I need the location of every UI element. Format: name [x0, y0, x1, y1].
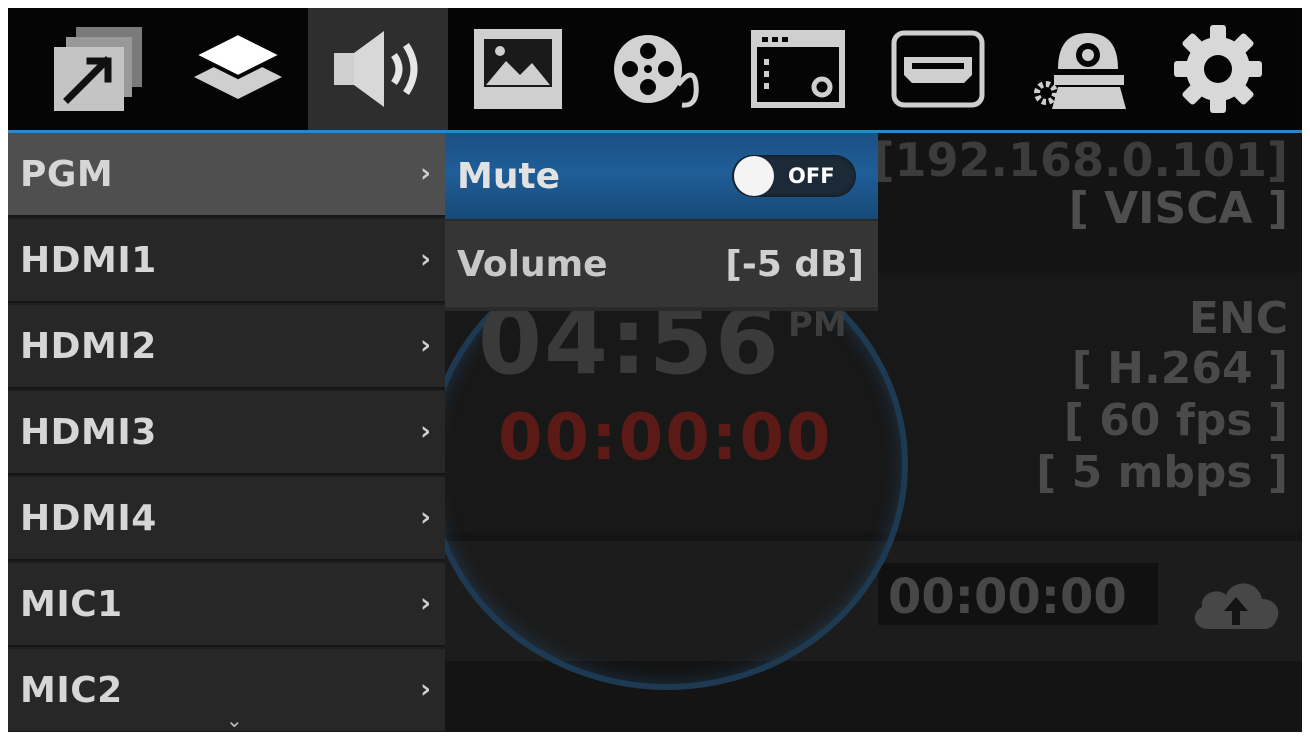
tab-audio[interactable] [308, 8, 448, 130]
image-icon [470, 25, 566, 113]
tab-display[interactable] [728, 8, 868, 130]
chevron-right-icon: › [420, 416, 431, 447]
chevron-right-icon: › [420, 502, 431, 533]
chevron-right-icon: › [420, 588, 431, 619]
display-settings-icon [750, 27, 846, 111]
record-timer: 00:00:00 [498, 401, 833, 475]
encoder-codec: [ H.264 ] [1071, 343, 1288, 394]
mute-row[interactable]: Mute OFF [445, 133, 878, 219]
tab-output[interactable] [28, 8, 168, 130]
chevron-down-icon[interactable]: ⌄ [226, 708, 243, 732]
menu-item-label: HDMI4 [20, 497, 157, 539]
clock-ampm: PM [788, 305, 847, 345]
volume-row[interactable]: Volume [-5 dB] [445, 221, 878, 307]
tab-hdmi[interactable] [868, 8, 1008, 130]
menu-item-label: MIC1 [20, 583, 123, 625]
toggle-knob [734, 156, 774, 196]
cloud-upload-icon[interactable] [1188, 573, 1284, 637]
menu-item-label: HDMI1 [20, 239, 157, 281]
toggle-state-text: OFF [788, 164, 835, 188]
menu-item-label: MIC2 [20, 669, 123, 711]
chevron-right-icon: › [420, 244, 431, 275]
chevron-right-icon: › [420, 158, 431, 189]
encoder-fps: [ 60 fps ] [1063, 395, 1288, 446]
menu-item-mic1[interactable]: MIC1 › [8, 563, 445, 647]
stream-timer: 00:00:00 [888, 569, 1127, 625]
pgm-submenu: Mute OFF Volume [-5 dB] [445, 133, 878, 311]
device-screen: 04:56 PM 00:00:00 [192.168.0.101] [ VISC… [8, 8, 1302, 732]
film-reel-icon [608, 25, 708, 113]
menu-item-hdmi2[interactable]: HDMI2 › [8, 305, 445, 389]
menu-item-hdmi3[interactable]: HDMI3 › [8, 391, 445, 475]
tab-settings[interactable] [1148, 8, 1288, 130]
hdmi-icon [890, 27, 986, 111]
menu-item-label: PGM [20, 153, 114, 195]
gear-icon [1172, 23, 1264, 115]
layers-icon [190, 27, 286, 111]
top-toolbar [8, 8, 1302, 133]
tab-camera[interactable] [1008, 8, 1148, 130]
mute-label: Mute [457, 155, 561, 197]
menu-item-label: HDMI2 [20, 325, 157, 367]
tab-layers[interactable] [168, 8, 308, 130]
volume-label: Volume [457, 243, 608, 285]
speaker-icon [328, 27, 428, 111]
menu-item-hdmi4[interactable]: HDMI4 › [8, 477, 445, 561]
mute-toggle[interactable]: OFF [732, 155, 856, 197]
menu-item-label: HDMI3 [20, 411, 157, 453]
menu-item-hdmi1[interactable]: HDMI1 › [8, 219, 445, 303]
audio-source-menu: PGM › HDMI1 › HDMI2 › HDMI3 › HDMI4 › MI… [8, 133, 445, 732]
output-window-icon [50, 25, 146, 113]
camera-protocol: [ VISCA ] [1068, 183, 1288, 234]
camera-ip: [192.168.0.101] [873, 133, 1288, 187]
encoder-title: ENC [1188, 293, 1288, 344]
chevron-right-icon: › [420, 330, 431, 361]
ptz-camera-settings-icon [1028, 25, 1128, 113]
tab-image[interactable] [448, 8, 588, 130]
tab-media[interactable] [588, 8, 728, 130]
menu-item-pgm[interactable]: PGM › [8, 133, 445, 217]
encoder-bitrate: [ 5 mbps ] [1036, 447, 1288, 498]
chevron-right-icon: › [420, 674, 431, 705]
volume-value: [-5 dB] [725, 243, 864, 285]
